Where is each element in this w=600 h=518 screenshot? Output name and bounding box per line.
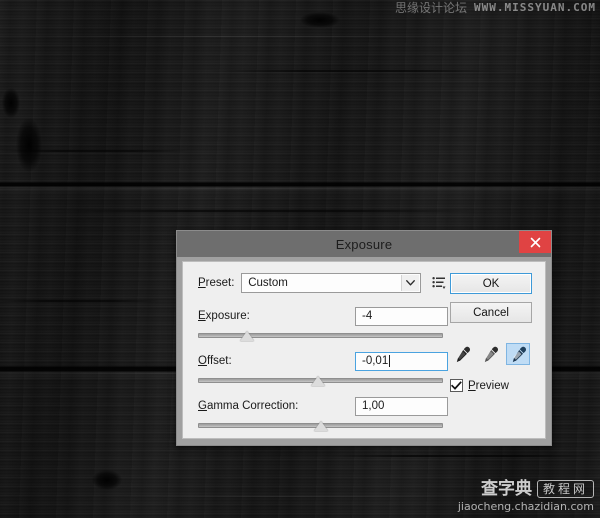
offset-label: Offset: xyxy=(198,355,232,367)
preview-label-mnemonic: P xyxy=(468,379,476,392)
offset-value: -0,01 xyxy=(362,355,389,367)
exposure-slider-thumb[interactable] xyxy=(240,331,254,341)
eyedropper-group xyxy=(450,343,532,365)
eyedropper-white-point-button[interactable] xyxy=(506,343,530,365)
exposure-top-row: Exposure: -4 xyxy=(198,306,448,326)
close-icon xyxy=(530,237,540,247)
actions-column: OK Cancel Preview xyxy=(450,273,532,392)
exposure-value: -4 xyxy=(362,310,373,322)
text-caret xyxy=(389,355,391,367)
offset-slider-thumb[interactable] xyxy=(311,376,326,386)
preset-label-mnemonic: P xyxy=(198,277,206,289)
exposure-label: Exposure: xyxy=(198,310,250,322)
eyedropper-white-point-icon xyxy=(512,346,526,362)
eyedropper-gray-point-icon xyxy=(484,346,498,362)
exposure-slider-track xyxy=(198,333,443,338)
exposure-dialog: Exposure Preset: Custom Exposure: -4 Off… xyxy=(176,230,552,446)
preview-checkbox[interactable] xyxy=(450,379,463,392)
dialog-body: Preset: Custom Exposure: -4 Offset: -0,0… xyxy=(182,261,546,439)
offset-slider[interactable] xyxy=(198,376,443,386)
offset-label-rest: ffset: xyxy=(206,355,232,367)
gamma-input[interactable]: 1,00 xyxy=(355,396,448,416)
exposure-group: Exposure: -4 xyxy=(198,306,448,341)
gamma-slider-thumb[interactable] xyxy=(313,421,328,431)
preset-row: Preset: Custom xyxy=(198,273,448,293)
preset-label-rest: reset: xyxy=(205,277,235,289)
eyedropper-black-point-button[interactable] xyxy=(450,343,474,365)
offset-label-mnemonic: O xyxy=(198,355,207,367)
controls-column: Preset: Custom Exposure: -4 Offset: -0,0… xyxy=(198,273,448,431)
dialog-titlebar[interactable]: Exposure xyxy=(177,231,551,257)
gamma-label: Gamma Correction: xyxy=(198,400,298,412)
preview-checkbox-row[interactable]: Preview xyxy=(450,379,532,392)
preset-options-button[interactable] xyxy=(431,274,448,292)
preset-dropdown[interactable]: Custom xyxy=(241,273,422,293)
gamma-label-mnemonic: G xyxy=(198,400,207,412)
chevron-down-icon xyxy=(401,275,420,291)
gamma-slider[interactable] xyxy=(198,421,443,431)
gamma-top-row: Gamma Correction: 1,00 xyxy=(198,396,448,416)
preview-label-rest: review xyxy=(475,379,509,392)
preset-label: Preset: xyxy=(198,277,235,289)
preset-value: Custom xyxy=(248,277,288,289)
screenshot-stage: 思缘设计论坛 WWW.MISSYUAN.COM 查字典 教程网 jiaochen… xyxy=(0,0,600,518)
eyedropper-black-point-icon xyxy=(456,346,470,362)
preview-label: Preview xyxy=(468,380,509,392)
exposure-label-rest: xposure: xyxy=(205,310,250,322)
gamma-label-rest: amma Correction: xyxy=(206,400,299,412)
offset-input[interactable]: -0,01 xyxy=(355,351,448,371)
gamma-group: Gamma Correction: 1,00 xyxy=(198,396,448,431)
dialog-title: Exposure xyxy=(335,236,393,252)
exposure-slider[interactable] xyxy=(198,331,443,341)
cancel-button[interactable]: Cancel xyxy=(450,302,532,323)
offset-group: Offset: -0,01 xyxy=(198,351,448,386)
preset-options-icon xyxy=(432,277,446,289)
close-button[interactable] xyxy=(519,231,551,253)
checkmark-icon xyxy=(451,380,462,390)
ok-button[interactable]: OK xyxy=(450,273,532,294)
eyedropper-gray-point-button[interactable] xyxy=(478,343,502,365)
exposure-input[interactable]: -4 xyxy=(355,306,448,326)
exposure-label-mnemonic: E xyxy=(198,310,206,322)
offset-top-row: Offset: -0,01 xyxy=(198,351,448,371)
gamma-value: 1,00 xyxy=(362,400,385,412)
